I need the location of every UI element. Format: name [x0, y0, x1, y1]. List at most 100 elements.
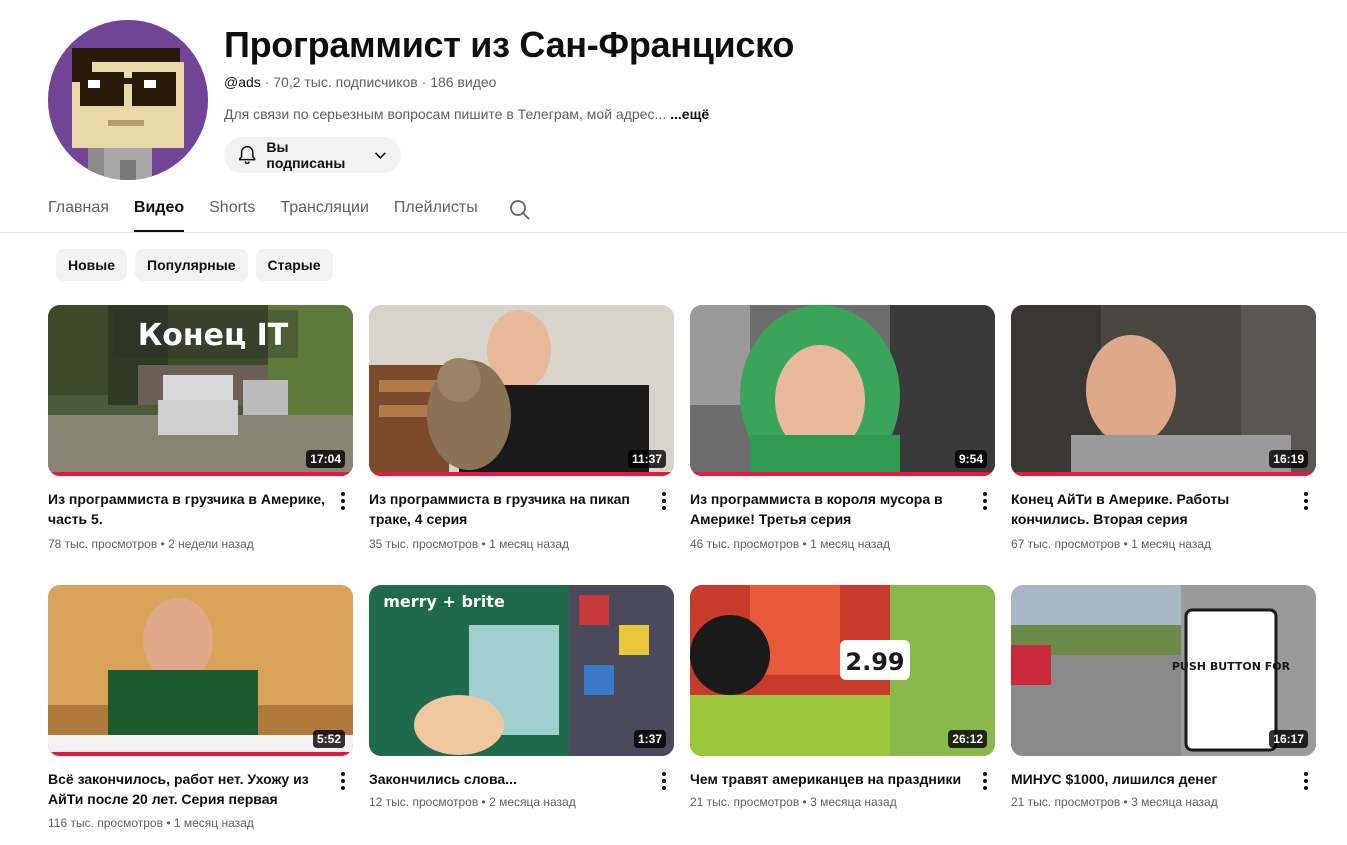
- channel-handle: @ads: [224, 74, 261, 90]
- tab-home[interactable]: Главная: [48, 190, 109, 232]
- video-card[interactable]: 5:52 Всё закончилось, работ нет. Ухожу и…: [48, 585, 353, 830]
- more-link[interactable]: ...ещё: [670, 106, 709, 122]
- dot-icon: [662, 779, 666, 783]
- video-stats: 78 тыс. просмотров • 2 недели назад: [48, 537, 254, 551]
- upload-age: 1 месяц назад: [173, 816, 254, 830]
- video-title[interactable]: Закончились слова...: [369, 769, 649, 789]
- video-stats: 46 тыс. просмотров • 1 месяц назад: [690, 537, 891, 551]
- video-thumbnail[interactable]: 2.99 26:12: [690, 585, 995, 756]
- video-thumbnail[interactable]: 16:19: [1011, 305, 1316, 476]
- thumbnail-image: [690, 305, 995, 476]
- video-title[interactable]: Конец АйТи в Америке. Работы кончились. …: [1011, 489, 1291, 529]
- more-actions-button[interactable]: [1301, 491, 1311, 511]
- video-stats: 21 тыс. просмотров • 3 месяца назад: [1011, 795, 1218, 809]
- tab-live[interactable]: Трансляции: [280, 190, 369, 232]
- upload-age: 1 месяц назад: [810, 537, 891, 551]
- video-card[interactable]: 11:37 Из программиста в грузчика на пика…: [369, 305, 674, 551]
- dot-icon: [1304, 506, 1308, 510]
- dot-icon: [983, 779, 987, 783]
- subscribed-label: Вы подписаны: [266, 139, 346, 171]
- video-card[interactable]: 2.99 26:12 Чем травят американцев на пра…: [690, 585, 995, 809]
- upload-age: 2 месяца назад: [489, 795, 576, 809]
- video-title[interactable]: МИНУС $1000, лишился денег: [1011, 769, 1291, 789]
- more-actions-button[interactable]: [980, 491, 990, 511]
- chip-newest[interactable]: Новые: [56, 249, 128, 281]
- thumbnail-caption: 2.99: [845, 648, 904, 676]
- more-actions-button[interactable]: [659, 771, 669, 791]
- description-text: Для связи по серьезным вопросам пишите в…: [224, 106, 667, 122]
- dot-icon: [1304, 499, 1308, 503]
- view-count: 21 тыс. просмотров: [1011, 795, 1121, 809]
- video-thumbnail[interactable]: Конец IT 17:04: [48, 305, 353, 476]
- tab-playlists[interactable]: Плейлисты: [394, 190, 478, 232]
- video-stats: 67 тыс. просмотров • 1 месяц назад: [1011, 537, 1212, 551]
- video-title[interactable]: Чем травят американцев на праздники: [690, 769, 970, 789]
- dot-icon: [662, 772, 666, 776]
- view-count: 21 тыс. просмотров: [690, 795, 800, 809]
- channel-description[interactable]: Для связи по серьезным вопросам пишите в…: [224, 106, 709, 122]
- subscribed-button[interactable]: Вы подписаны: [224, 137, 401, 173]
- video-title[interactable]: Из программиста в грузчика на пикап трак…: [369, 489, 649, 529]
- video-thumbnail[interactable]: 11:37: [369, 305, 674, 476]
- video-card[interactable]: 16:19 Конец АйТи в Америке. Работы кончи…: [1011, 305, 1316, 551]
- view-count: 116 тыс. просмотров: [48, 816, 163, 830]
- channel-name: Программист из Сан-Франциско: [224, 24, 795, 65]
- tab-videos[interactable]: Видео: [133, 190, 185, 232]
- upload-age: 1 месяц назад: [1131, 537, 1212, 551]
- video-thumbnail[interactable]: 5:52: [48, 585, 353, 756]
- dot-icon: [662, 492, 666, 496]
- watch-progress: [690, 472, 995, 476]
- view-count: 46 тыс. просмотров: [690, 537, 800, 551]
- dot-icon: [983, 499, 987, 503]
- watch-progress: [1011, 472, 1316, 476]
- more-actions-button[interactable]: [980, 771, 990, 791]
- video-thumbnail[interactable]: PUSH BUTTON FOR 16:17: [1011, 585, 1316, 756]
- dot-icon: [1304, 492, 1308, 496]
- chip-popular[interactable]: Популярные: [135, 249, 248, 281]
- thumbnail-image: merry + brite: [369, 585, 674, 756]
- more-actions-button[interactable]: [659, 491, 669, 511]
- tab-shorts[interactable]: Shorts: [209, 190, 255, 232]
- upload-age: 3 месяца назад: [1131, 795, 1218, 809]
- video-card[interactable]: PUSH BUTTON FOR 16:17 МИНУС $1000, лишил…: [1011, 585, 1316, 809]
- watch-progress: [369, 472, 674, 476]
- channel-avatar[interactable]: [48, 20, 208, 180]
- video-thumbnail[interactable]: merry + brite 1:37: [369, 585, 674, 756]
- video-thumbnail[interactable]: 9:54: [690, 305, 995, 476]
- more-actions-button[interactable]: [1301, 771, 1311, 791]
- more-actions-button[interactable]: [338, 771, 348, 791]
- dot-icon: [662, 499, 666, 503]
- thumbnail-caption: merry + brite: [383, 592, 505, 611]
- upload-age: 3 месяца назад: [810, 795, 897, 809]
- video-duration: 11:37: [627, 450, 666, 468]
- tabs-divider: [0, 232, 1347, 233]
- video-card[interactable]: Конец IT 17:04 Из программиста в грузчик…: [48, 305, 353, 551]
- upload-age: 2 недели назад: [168, 537, 254, 551]
- channel-search-button[interactable]: [508, 198, 532, 222]
- search-icon: [510, 200, 530, 220]
- sort-chips: Новые Популярные Старые: [56, 249, 333, 281]
- dot-icon: [983, 506, 987, 510]
- chip-oldest[interactable]: Старые: [255, 249, 333, 281]
- video-title[interactable]: Из программиста в грузчика в Америке, ча…: [48, 489, 328, 529]
- video-card[interactable]: merry + brite 1:37 Закончились слова... …: [369, 585, 674, 809]
- video-duration: 9:54: [954, 450, 987, 468]
- view-count: 78 тыс. просмотров: [48, 537, 158, 551]
- bell-icon: [238, 145, 256, 165]
- video-title[interactable]: Всё закончилось, работ нет. Ухожу из АйТ…: [48, 769, 328, 809]
- dot-icon: [983, 786, 987, 790]
- more-actions-button[interactable]: [338, 491, 348, 511]
- thumbnail-caption: PUSH BUTTON FOR: [1172, 660, 1291, 673]
- video-duration: 17:04: [306, 450, 345, 468]
- video-duration: 16:17: [1269, 730, 1308, 748]
- chevron-down-icon: [375, 152, 387, 159]
- channel-tabs: Главная Видео Shorts Трансляции Плейлист…: [48, 190, 503, 232]
- video-card[interactable]: 9:54 Из программиста в короля мусора в А…: [690, 305, 995, 551]
- view-count: 67 тыс. просмотров: [1011, 537, 1121, 551]
- thumbnail-image: [48, 585, 353, 756]
- dot-icon: [341, 779, 345, 783]
- watch-progress: [48, 752, 353, 756]
- thumbnail-caption: Конец IT: [138, 318, 289, 353]
- dot-icon: [341, 499, 345, 503]
- video-title[interactable]: Из программиста в короля мусора в Америк…: [690, 489, 970, 529]
